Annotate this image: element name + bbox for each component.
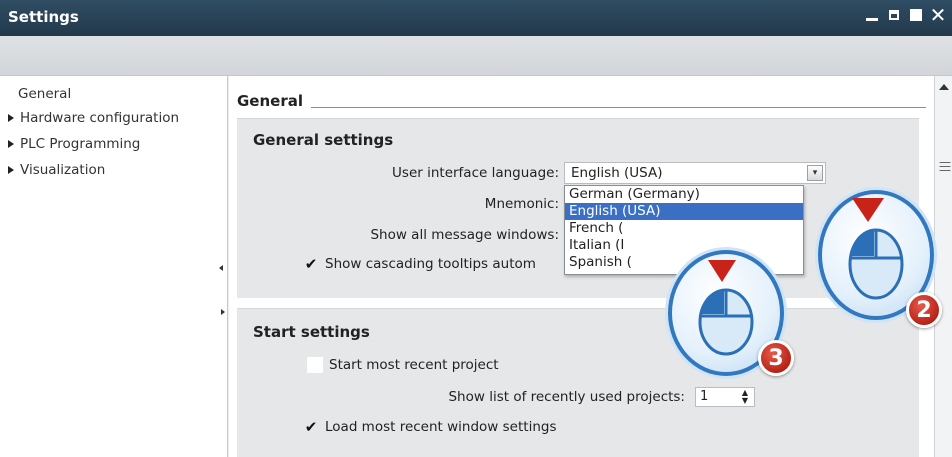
step-badge-2: 2 <box>906 292 942 328</box>
section-divider <box>311 107 926 108</box>
spinner-arrows-icon[interactable]: ▲ ▼ <box>738 389 752 405</box>
expand-arrow-icon[interactable] <box>8 166 14 174</box>
chevron-down-icon[interactable]: ▾ <box>807 165 823 181</box>
restore-button[interactable] <box>886 6 902 24</box>
restore-icon <box>889 10 899 20</box>
nav-item-plc-programming[interactable]: PLC Programming <box>8 134 140 154</box>
toolbar-strip <box>0 36 952 76</box>
show-messages-label: Show all message windows: <box>370 227 559 243</box>
scroll-up-icon[interactable] <box>939 84 949 90</box>
nav-item-hardware-configuration[interactable]: Hardware configuration <box>8 108 179 128</box>
nav-item-visualization[interactable]: Visualization <box>8 160 105 180</box>
window-controls: ✕ <box>864 3 947 27</box>
title-bar: Settings ✕ <box>0 0 952 36</box>
expand-arrow-icon[interactable] <box>8 114 14 122</box>
step-badge-3: 3 <box>758 340 794 376</box>
checkmark-icon: ✔ <box>304 255 318 273</box>
checkbox-label: Show cascading tooltips autom <box>325 256 536 272</box>
window-title: Settings <box>8 8 79 26</box>
minimize-icon <box>866 18 878 21</box>
panel-title: General settings <box>253 131 394 149</box>
language-label: User interface language: <box>392 165 559 181</box>
checkbox-box <box>307 357 323 373</box>
recent-projects-spinner[interactable]: 1 ▲ ▼ <box>695 387 755 407</box>
maximize-icon <box>910 9 922 21</box>
scroll-grip-icon[interactable]: — — — <box>939 156 951 176</box>
expand-right-icon[interactable] <box>221 309 225 315</box>
nav-item-label: PLC Programming <box>20 136 141 152</box>
language-option[interactable]: German (Germany) <box>565 186 803 203</box>
general-settings-panel: General settings User interface language… <box>237 118 919 298</box>
expand-arrow-icon[interactable] <box>8 140 14 148</box>
spinner-value: 1 <box>700 389 709 404</box>
checkbox-label: Load most recent window settings <box>325 419 557 435</box>
cascading-tooltips-checkbox[interactable]: ✔ Show cascading tooltips autom <box>303 255 536 273</box>
vertical-scrollbar[interactable]: — — — <box>934 76 952 457</box>
language-select[interactable]: English (USA) ▾ <box>564 162 826 184</box>
nav-item-label: Hardware configuration <box>20 110 180 126</box>
minimize-button[interactable] <box>864 6 880 24</box>
collapse-left-icon[interactable] <box>219 265 223 271</box>
language-select-value: English (USA) <box>571 165 663 181</box>
language-option[interactable]: French ( <box>565 220 803 237</box>
panel-title: Start settings <box>253 323 370 341</box>
settings-navigation: General Hardware configuration PLC Progr… <box>0 76 228 457</box>
mnemonic-label: Mnemonic: <box>484 196 559 212</box>
start-recent-project-checkbox[interactable]: Start most recent project <box>307 357 499 373</box>
section-title: General <box>237 92 307 110</box>
checkmark-icon: ✔ <box>304 418 318 436</box>
load-window-settings-checkbox[interactable]: ✔ Load most recent window settings <box>303 418 557 436</box>
settings-window: Settings ✕ General Hardware configuratio… <box>0 0 952 457</box>
close-icon: ✕ <box>929 3 947 27</box>
nav-item-general[interactable]: General <box>12 84 77 104</box>
language-option[interactable]: Italian (I <box>565 237 803 254</box>
checkbox-label: Start most recent project <box>329 357 499 373</box>
recent-projects-label: Show list of recently used projects: <box>448 389 685 405</box>
language-option-selected[interactable]: English (USA) <box>565 203 803 220</box>
nav-item-label: General <box>18 86 72 102</box>
start-settings-panel: Start settings Start most recent project… <box>237 308 919 457</box>
close-button[interactable]: ✕ <box>929 3 947 27</box>
nav-item-label: Visualization <box>20 162 106 178</box>
maximize-button[interactable] <box>908 6 924 24</box>
